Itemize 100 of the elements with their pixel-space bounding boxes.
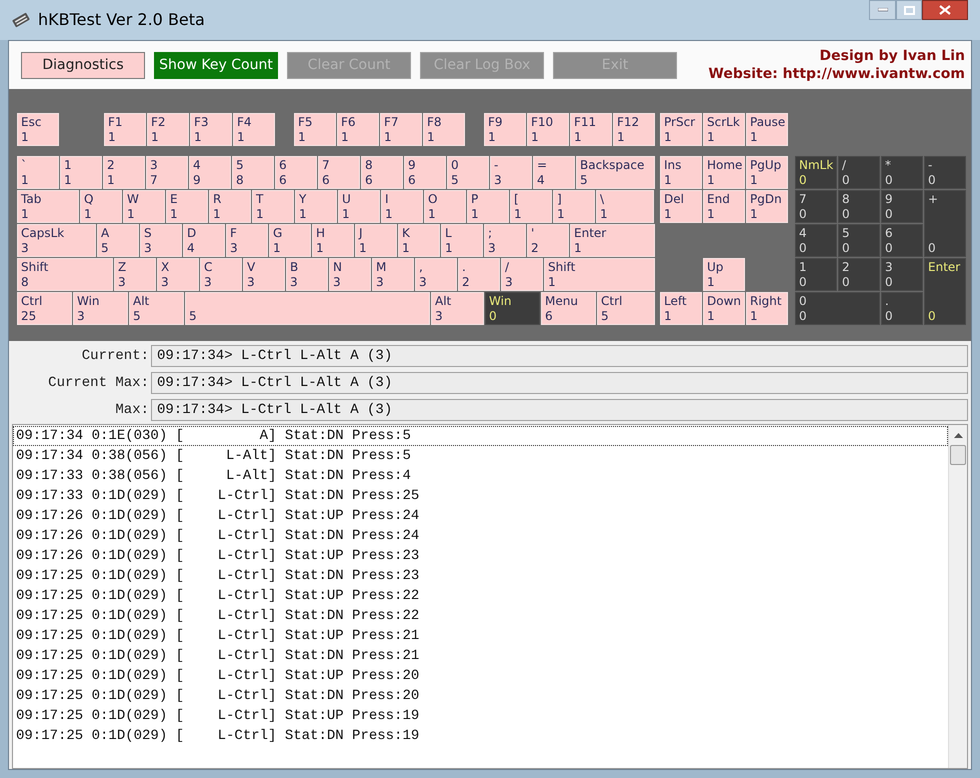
key-count: 9 <box>193 173 202 187</box>
log-entry[interactable]: 09:17:25 0:1D(029) [ L-Ctrl] Stat:DN Press:22 <box>13 606 948 626</box>
key-label: M <box>376 260 388 274</box>
key-count: 1 <box>488 130 497 144</box>
log-entry[interactable]: 09:17:25 0:1D(029) [ L-Ctrl] Stat:UP Press:21 <box>13 626 948 646</box>
key-count: 1 <box>445 241 454 255</box>
key-label: S <box>144 226 153 240</box>
key-label: Del <box>664 192 685 206</box>
log-entry[interactable]: 09:17:25 0:1D(029) [ L-Ctrl] Stat:UP Press:19 <box>13 706 948 726</box>
key-label: F12 <box>617 115 640 129</box>
readout-field: 09:17:34> L-Ctrl L-Alt A (3) <box>151 345 968 367</box>
key-count: 1 <box>750 309 759 323</box>
key-label: J <box>359 226 364 240</box>
key-count: 5 <box>451 173 460 187</box>
scroll-up-icon[interactable] <box>954 433 962 438</box>
key-count: 3 <box>247 275 256 289</box>
key-count: 1 <box>531 130 540 144</box>
log-entry[interactable]: 09:17:26 0:1D(029) [ L-Ctrl] Stat:UP Press:23 <box>13 546 948 566</box>
log-entry[interactable]: 09:17:33 0:1D(029) [ L-Ctrl] Stat:DN Press:25 <box>13 486 948 506</box>
key-label: PgDn <box>750 192 783 206</box>
key-count: 8 <box>236 173 245 187</box>
key-count: 5 <box>101 241 110 255</box>
key-count: 1 <box>428 207 437 221</box>
key-label: 2 <box>107 158 116 172</box>
log-entry[interactable]: 09:17:25 0:1D(029) [ L-Ctrl] Stat:DN Press:20 <box>13 686 948 706</box>
key-count: 1 <box>213 207 222 221</box>
scrollbar-thumb[interactable] <box>950 445 966 465</box>
key-label: Shift <box>548 260 576 274</box>
key-label: Down <box>707 294 741 308</box>
log-entry[interactable]: 09:17:26 0:1D(029) [ L-Ctrl] Stat:DN Press:24 <box>13 526 948 546</box>
key-count: 1 <box>707 275 716 289</box>
key-label: F2 <box>151 115 167 129</box>
key-count: 3 <box>77 309 86 323</box>
key-count: 1 <box>385 207 394 221</box>
key-label: ScrLk <box>707 115 741 129</box>
readout-label: Current Max: <box>47 374 149 392</box>
key-label: F5 <box>298 115 314 129</box>
key-count: 1 <box>664 309 673 323</box>
key-label: 3 <box>150 158 159 172</box>
key-count: 25 <box>21 309 38 323</box>
key-count: 0 <box>842 173 851 187</box>
key-count: 6 <box>365 173 374 187</box>
key-label: NmLk <box>799 158 833 172</box>
key-label: Ctrl <box>601 294 624 308</box>
key-label: 7 <box>799 192 808 206</box>
key-label: . <box>462 260 467 274</box>
log-entry[interactable]: 09:17:26 0:1D(029) [ L-Ctrl] Stat:UP Press:24 <box>13 506 948 526</box>
key-count: 5 <box>601 309 610 323</box>
minimize-button[interactable] <box>869 0 896 20</box>
key-label: Menu <box>545 294 579 308</box>
minimize-icon <box>878 8 888 12</box>
key-label: PgUp <box>750 158 782 172</box>
toolbar-button[interactable]: Show Key Count <box>154 52 278 78</box>
key-label: F <box>230 226 238 240</box>
key-count: 5 <box>189 309 198 323</box>
key-label: E <box>170 192 179 206</box>
log-entry[interactable]: 09:17:25 0:1D(029) [ L-Ctrl] Stat:UP Press:20 <box>13 666 948 686</box>
log-entry[interactable]: 09:17:25 0:1D(029) [ L-Ctrl] Stat:DN Press:21 <box>13 646 948 666</box>
key-label: G <box>273 226 284 240</box>
scrollbar[interactable] <box>948 425 967 768</box>
readout-field: 09:17:34> L-Ctrl L-Alt A (3) <box>151 399 968 421</box>
key-label: * <box>885 158 892 172</box>
key-label: Esc <box>21 115 42 129</box>
log-entry[interactable]: 09:17:25 0:1D(029) [ L-Ctrl] Stat:DN Press:23 <box>13 566 948 586</box>
key-count: 1 <box>750 207 759 221</box>
log-entry[interactable]: 09:17:25 0:1D(029) [ L-Ctrl] Stat:DN Press:19 <box>13 726 948 746</box>
key-count: 0 <box>885 173 894 187</box>
toolbar-button[interactable]: Diagnostics <box>21 52 145 78</box>
key-count: 3 <box>505 275 514 289</box>
key-label: Ctrl <box>21 294 44 308</box>
key-label: Pause <box>750 115 784 129</box>
key-count: 1 <box>600 207 609 221</box>
key-label: F6 <box>341 115 357 129</box>
key-label: 1 <box>64 158 73 172</box>
key-count: 0 <box>799 207 808 221</box>
key-label: 3 <box>885 260 894 274</box>
key-count: 8 <box>21 275 30 289</box>
key-count: 1 <box>256 207 265 221</box>
key-count: 1 <box>750 173 759 187</box>
key-count: 1 <box>194 130 203 144</box>
key-label: F4 <box>237 115 253 129</box>
key-count: 2 <box>531 241 540 255</box>
key-label: Alt <box>435 294 452 308</box>
key-count: 0 <box>799 173 808 187</box>
key-count: 1 <box>341 130 350 144</box>
key-count: 5 <box>580 173 589 187</box>
key-label: F1 <box>108 115 124 129</box>
log-entry[interactable]: 09:17:34 0:1E(030) [ A] Stat:DN Press:5 <box>13 426 948 446</box>
key-label: [ <box>514 192 520 206</box>
key-label: X <box>161 260 170 274</box>
close-button[interactable] <box>922 0 968 20</box>
key-count: 2 <box>462 275 471 289</box>
log-entry[interactable]: 09:17:25 0:1D(029) [ L-Ctrl] Stat:UP Press:22 <box>13 586 948 606</box>
key-label: H <box>316 226 326 240</box>
key-label: F3 <box>194 115 210 129</box>
maximize-button[interactable] <box>896 0 922 20</box>
log-entry[interactable]: 09:17:34 0:38(056) [ L-Alt] Stat:DN Press:5 <box>13 446 948 466</box>
key-label: F9 <box>488 115 504 129</box>
key-label: U <box>342 192 352 206</box>
log-entry[interactable]: 09:17:33 0:38(056) [ L-Alt] Stat:DN Press:4 <box>13 466 948 486</box>
